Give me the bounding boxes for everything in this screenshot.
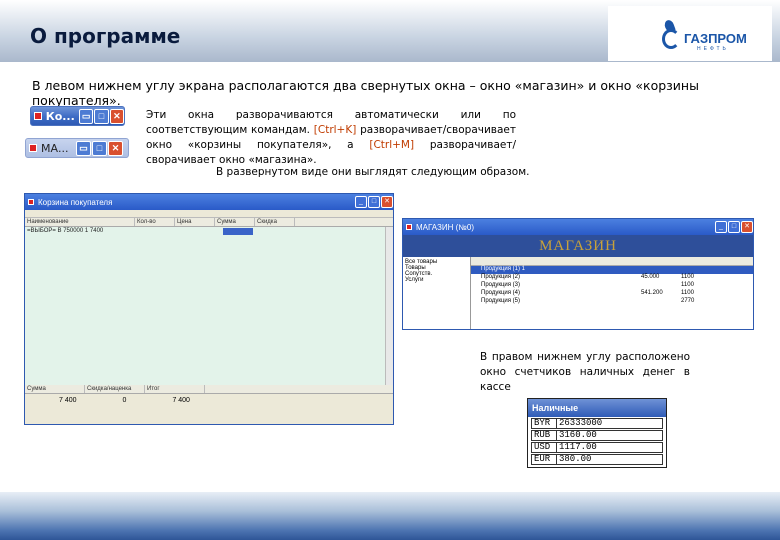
- cash-row: USD 1117.00: [531, 442, 663, 453]
- totals-header: Сумма Скидка/наценка Итог: [25, 385, 393, 394]
- window-label: МА...: [41, 141, 69, 155]
- app-icon: [28, 199, 34, 205]
- item-name: Продукция (2): [481, 274, 521, 280]
- minimized-cart-window[interactable]: Ко... ▭ □ ✕: [30, 106, 125, 126]
- shop-title: МАГАЗИН (№0): [416, 222, 474, 232]
- app-icon: [29, 144, 37, 152]
- maximize-icon[interactable]: □: [368, 196, 380, 208]
- item-name: Продукция (5): [481, 298, 521, 304]
- item-name: Продукция (3): [481, 282, 521, 288]
- cart-title: Корзина покупателя: [38, 197, 113, 207]
- currency: RUB: [531, 430, 557, 441]
- cart-window: Корзина покупателя _ □ ✕ Наименование Ко…: [24, 193, 394, 425]
- currency: BYR: [531, 418, 557, 429]
- selected-cell[interactable]: [223, 228, 253, 235]
- item-qty: 1100: [681, 290, 694, 296]
- app-icon: [406, 224, 412, 230]
- list-item[interactable]: Продукция (1) 1: [471, 266, 753, 274]
- amount: 1117.00: [557, 442, 663, 453]
- currency: USD: [531, 442, 557, 453]
- cart-titlebar: Корзина покупателя _ □ ✕: [25, 194, 393, 210]
- product-list[interactable]: Продукция (1) 1 Продукция (2) 45.000 1100 …: [471, 257, 753, 329]
- col-sum: Сумма: [215, 218, 255, 226]
- totals-col: Сумма: [25, 385, 85, 393]
- close-icon[interactable]: ✕: [741, 221, 753, 233]
- col-name: Наименование: [25, 218, 135, 226]
- cash-title: Наличные: [528, 399, 666, 417]
- page-title: О программе: [30, 24, 181, 48]
- totals-col: Итог: [145, 385, 205, 393]
- category-tree[interactable]: Все товары Товары Сопутств. Услуги: [403, 257, 471, 329]
- expanded-caption: В развернутом виде они выглядят следующи…: [216, 166, 530, 178]
- minimized-shop-window[interactable]: МА... ▭ □ ✕: [25, 138, 129, 158]
- shop-body: Все товары Товары Сопутств. Услуги Проду…: [403, 257, 753, 329]
- maximize-icon[interactable]: □: [94, 108, 109, 124]
- table-row[interactable]: =ВЫБОР= В 750000 1 7400: [25, 227, 393, 235]
- tree-item[interactable]: Услуги: [405, 277, 468, 283]
- cart-column-headers: Наименование Кол-во Цена Сумма Скидка: [25, 218, 393, 227]
- app-icon: [34, 112, 42, 120]
- close-icon[interactable]: ✕: [109, 108, 125, 124]
- maximize-icon[interactable]: □: [92, 140, 107, 156]
- col-qty: Кол-во: [135, 218, 175, 226]
- cart-grid[interactable]: =ВЫБОР= В 750000 1 7400: [25, 227, 393, 385]
- window-label: Ко...: [45, 109, 75, 123]
- cash-note: В правом нижнем углу расположено окно сч…: [480, 351, 690, 393]
- item-name: Продукция (4): [481, 290, 521, 296]
- totals-col: Скидка/наценка: [85, 385, 145, 393]
- amount: 380.00: [557, 454, 663, 465]
- list-item[interactable]: Продукция (2) 45.000 1100: [471, 274, 753, 282]
- logo-text: ГАЗПРОМ: [684, 31, 747, 46]
- shop-window: МАГАЗИН (№0) _ □ ✕ МАГАЗИН Все товары То…: [402, 218, 754, 330]
- intro-text: В левом нижнем углу экрана располагаются…: [32, 78, 699, 108]
- item-price: 541.200: [641, 290, 663, 296]
- scrollbar[interactable]: [385, 227, 393, 385]
- totals-row: 7 400 0 7 400: [25, 394, 393, 404]
- list-item[interactable]: Продукция (5) 2770: [471, 298, 753, 306]
- col-price: Цена: [175, 218, 215, 226]
- minimize-icon[interactable]: _: [355, 196, 367, 208]
- close-icon[interactable]: ✕: [108, 140, 123, 156]
- hotkey-m: [Ctrl+M]: [369, 139, 415, 151]
- item-qty: 1100: [681, 282, 694, 288]
- product-headers: [471, 257, 753, 266]
- cart-toolbar: [25, 210, 393, 218]
- minimize-icon[interactable]: _: [715, 221, 727, 233]
- maximize-icon[interactable]: □: [728, 221, 740, 233]
- hotkey-k: [Ctrl+K]: [313, 124, 357, 136]
- item-qty: 2770: [681, 298, 695, 304]
- cash-row: EUR 380.00: [531, 454, 663, 465]
- item-price: 45.000: [641, 274, 660, 280]
- cash-row: BYR 26333000: [531, 418, 663, 429]
- list-item[interactable]: Продукция (3) 1100: [471, 282, 753, 290]
- footer-band: [0, 492, 780, 540]
- total-sum: 7 400: [59, 397, 77, 404]
- amount: 26333000: [557, 418, 663, 429]
- cash-window: Наличные BYR 26333000 RUB 3160.00 USD 1117.…: [527, 398, 667, 468]
- amount: 3160.00: [557, 430, 663, 441]
- shop-titlebar: МАГАЗИН (№0) _ □ ✕: [403, 219, 753, 235]
- currency: EUR: [531, 454, 557, 465]
- shop-banner: МАГАЗИН: [403, 235, 753, 257]
- close-icon[interactable]: ✕: [381, 196, 393, 208]
- col-discount: Скидка: [255, 218, 295, 226]
- cash-row: RUB 3160.00: [531, 430, 663, 441]
- total-discount: 0: [122, 397, 127, 404]
- restore-icon[interactable]: ▭: [76, 140, 91, 156]
- description-text: Эти окна разворачиваются автоматически и…: [146, 108, 516, 168]
- total-result: 7 400: [172, 397, 190, 404]
- logo-subtext: НЕФТЬ: [697, 46, 729, 52]
- restore-icon[interactable]: ▭: [78, 108, 94, 124]
- item-qty: 1100: [681, 274, 694, 280]
- list-item[interactable]: Продукция (4) 541.200 1100: [471, 290, 753, 298]
- gazprom-logo-icon: [662, 29, 680, 49]
